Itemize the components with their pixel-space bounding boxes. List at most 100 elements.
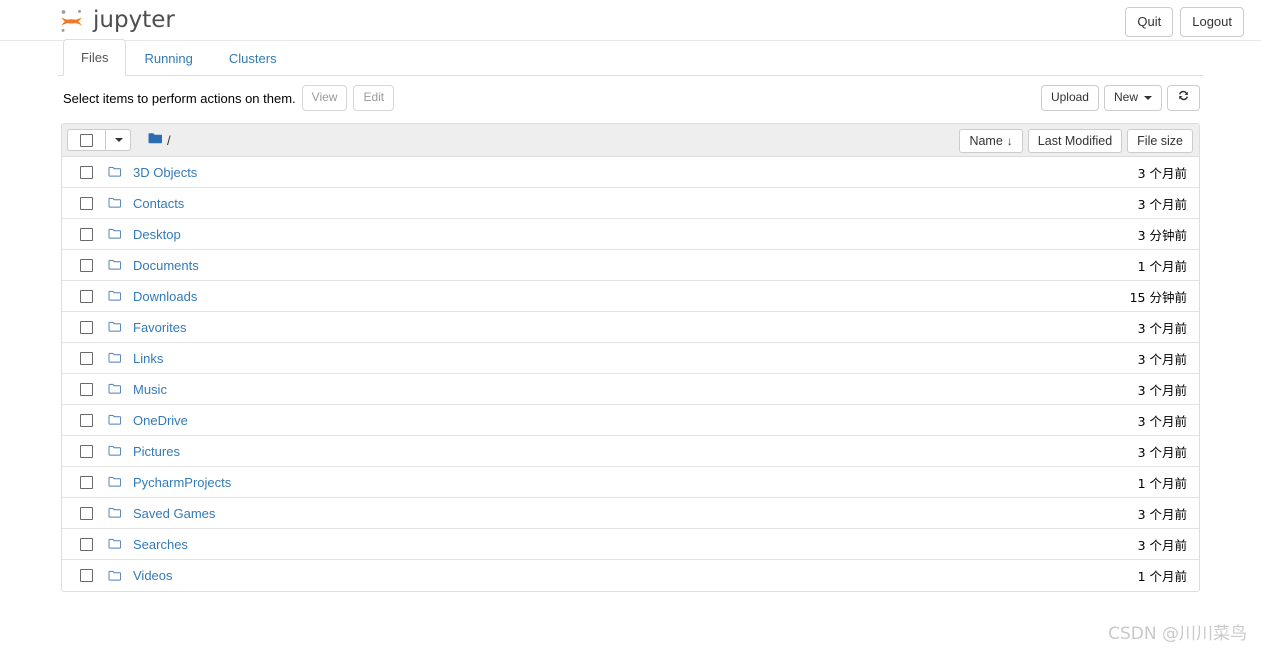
table-row[interactable]: Videos 1 个月前	[62, 560, 1199, 591]
file-list: / Name ↓ Last Modified File size 3D Obje…	[61, 123, 1200, 592]
row-checkbox[interactable]	[67, 506, 105, 520]
sort-controls: Name ↓ Last Modified File size	[959, 129, 1193, 154]
row-checkbox[interactable]	[67, 444, 105, 458]
folder-icon	[108, 383, 130, 395]
tab-files[interactable]: Files	[63, 38, 127, 76]
file-modified: 3 个月前	[1137, 320, 1187, 336]
tab-running[interactable]: Running	[126, 40, 210, 76]
sort-name-label: Name	[969, 134, 1003, 148]
row-checkbox[interactable]	[67, 569, 105, 582]
file-modified: 3 个月前	[1137, 165, 1187, 181]
select-all-checkbox[interactable]	[67, 129, 105, 151]
file-link[interactable]: Saved Games	[133, 506, 215, 521]
row-checkbox[interactable]	[67, 289, 105, 303]
file-link[interactable]: Favorites	[133, 320, 186, 335]
breadcrumb-path: /	[167, 132, 171, 148]
toolbar-left-group: Select items to perform actions on them.…	[63, 84, 395, 112]
table-row[interactable]: OneDrive 3 个月前	[62, 405, 1199, 436]
sort-by-name-button[interactable]: Name ↓	[959, 129, 1023, 154]
table-row[interactable]: PycharmProjects 1 个月前	[62, 467, 1199, 498]
file-modified: 3 个月前	[1137, 382, 1187, 398]
file-link[interactable]: 3D Objects	[133, 165, 197, 180]
sort-by-last-modified-button[interactable]: Last Modified	[1027, 129, 1123, 154]
checkbox-unchecked-icon	[79, 351, 93, 365]
select-all-group[interactable]	[67, 129, 131, 151]
row-checkbox[interactable]	[67, 475, 105, 489]
table-row[interactable]: Desktop 3 分钟前	[62, 219, 1199, 250]
folder-icon	[108, 166, 130, 178]
quit-button[interactable]: Quit	[1125, 7, 1174, 38]
table-row[interactable]: Favorites 3 个月前	[62, 312, 1199, 343]
edit-button[interactable]: Edit	[353, 85, 395, 111]
breadcrumb[interactable]: /	[148, 132, 171, 148]
folder-icon	[108, 414, 130, 426]
refresh-button[interactable]	[1167, 84, 1200, 112]
checkbox-unchecked-icon	[80, 133, 93, 147]
checkbox-unchecked-icon	[79, 196, 93, 210]
file-link[interactable]: OneDrive	[133, 413, 188, 428]
row-checkbox[interactable]	[67, 413, 105, 427]
select-all-dropdown-button[interactable]	[105, 129, 131, 151]
file-toolbar: Select items to perform actions on them.…	[58, 84, 1203, 114]
table-row[interactable]: Links 3 个月前	[62, 343, 1199, 374]
table-row[interactable]: 3D Objects 3 个月前	[62, 157, 1199, 188]
row-checkbox[interactable]	[67, 351, 105, 365]
upload-button[interactable]: Upload	[1040, 85, 1099, 111]
table-row[interactable]: Contacts 3 个月前	[62, 188, 1199, 219]
file-link[interactable]: Documents	[133, 258, 199, 273]
table-row[interactable]: Searches 3 个月前	[62, 529, 1199, 560]
brand[interactable]: jupyter	[58, 4, 175, 38]
refresh-icon	[1177, 89, 1190, 107]
folder-icon	[108, 507, 130, 519]
row-checkbox[interactable]	[67, 258, 105, 272]
view-button[interactable]: View	[301, 85, 348, 111]
row-checkbox[interactable]	[67, 196, 105, 210]
file-link[interactable]: Pictures	[133, 444, 180, 459]
row-checkbox[interactable]	[67, 165, 105, 179]
tab-bar: Files Running Clusters	[58, 38, 1203, 76]
file-link[interactable]: Contacts	[133, 196, 184, 211]
file-link[interactable]: Music	[133, 382, 167, 397]
table-row[interactable]: Music 3 个月前	[62, 374, 1199, 405]
table-row[interactable]: Pictures 3 个月前	[62, 436, 1199, 467]
checkbox-unchecked-icon	[79, 569, 93, 582]
file-link[interactable]: Links	[133, 351, 163, 366]
header-actions: Quit Logout	[1125, 7, 1244, 38]
checkbox-unchecked-icon	[79, 382, 93, 396]
table-row[interactable]: Saved Games 3 个月前	[62, 498, 1199, 529]
file-link[interactable]: Desktop	[133, 227, 181, 242]
new-dropdown-button[interactable]: New	[1103, 85, 1162, 111]
file-link[interactable]: Searches	[133, 537, 188, 552]
checkbox-unchecked-icon	[79, 506, 93, 520]
sort-by-file-size-button[interactable]: File size	[1127, 129, 1193, 154]
folder-icon	[108, 352, 130, 364]
folder-icon	[108, 228, 130, 240]
folder-icon	[108, 321, 130, 333]
page-body: Files Running Clusters Select items to p…	[0, 38, 1261, 652]
tab-clusters[interactable]: Clusters	[211, 40, 295, 76]
brand-name: jupyter	[93, 6, 175, 33]
file-list-header: / Name ↓ Last Modified File size	[62, 124, 1199, 157]
file-modified: 3 个月前	[1137, 413, 1187, 429]
table-row[interactable]: Documents 1 个月前	[62, 250, 1199, 281]
app-header: jupyter Quit Logout	[0, 0, 1261, 41]
checkbox-unchecked-icon	[79, 165, 93, 179]
row-checkbox[interactable]	[67, 227, 105, 241]
file-modified: 1 个月前	[1137, 258, 1187, 274]
file-modified: 15 分钟前	[1129, 289, 1187, 305]
file-link[interactable]: PycharmProjects	[133, 475, 231, 490]
row-checkbox[interactable]	[67, 537, 105, 551]
file-link[interactable]: Downloads	[133, 289, 197, 304]
file-link[interactable]: Videos	[133, 568, 173, 583]
table-row[interactable]: Downloads 15 分钟前	[62, 281, 1199, 312]
new-dropdown-label: New	[1113, 90, 1138, 105]
logout-button[interactable]: Logout	[1180, 7, 1244, 38]
folder-icon	[108, 259, 130, 271]
checkbox-unchecked-icon	[79, 227, 93, 241]
row-checkbox[interactable]	[67, 382, 105, 396]
folder-icon	[108, 538, 130, 550]
sort-direction-down-icon: ↓	[1006, 134, 1013, 149]
row-checkbox[interactable]	[67, 320, 105, 334]
checkbox-unchecked-icon	[79, 475, 93, 489]
jupyter-logo-icon	[58, 7, 86, 35]
